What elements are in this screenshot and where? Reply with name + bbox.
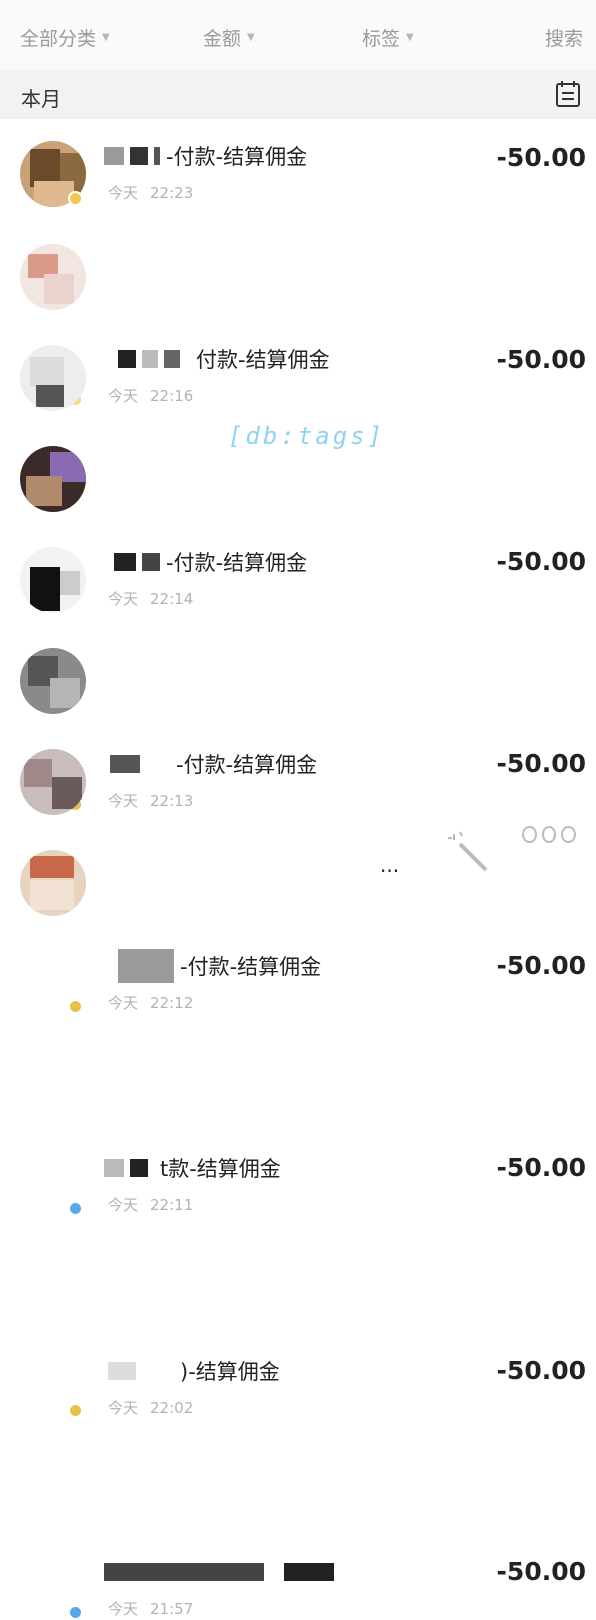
dot [561,826,577,843]
transaction-clock: 22:23 [150,184,194,202]
avatar [20,648,86,714]
transaction-row[interactable]: -付款-结算佣金 今天 22:12 -50.00 [0,523,596,1014]
transaction-amount: -50.00 [496,1153,586,1182]
more-options-icon[interactable] [522,826,577,848]
month-label: 本月 [21,87,61,111]
transaction-day: 今天 [108,1196,139,1214]
transaction-clock: 22:02 [150,1399,194,1417]
redacted-block [130,1159,148,1177]
filter-bar: 全部分类 ▼ 金额 ▼ 标签 ▼ 搜索 [0,0,596,70]
verified-badge-icon [68,1605,83,1620]
transaction-clock: 22:11 [150,1196,194,1214]
transaction-time: 今天 22:12 [108,992,193,1013]
transaction-amount: -50.00 [496,951,586,980]
transaction-day: 今天 [108,184,139,202]
verified-badge-icon [68,1201,83,1216]
calendar-icon[interactable] [555,80,581,108]
transaction-row[interactable]: -付款-结算佣金 今天 22:23 -50.00 [0,119,596,220]
avatar [20,749,86,815]
transaction-day: 今天 [108,994,139,1012]
avatar [20,850,86,916]
category-filter-label: 全部分类 [20,28,97,50]
transaction-amount: -50.00 [496,1557,586,1586]
transaction-row[interactable]: )-结算佣金 今天 22:02 -50.00 [0,725,596,1418]
transaction-row[interactable]: t款-结算佣金 今天 22:11 -50.00 [0,624,596,1216]
transaction-row[interactable]: 付款-结算佣金 今天 22:16 -50.00 [0,220,596,407]
chevron-down-icon: ▼ [406,32,414,43]
category-filter[interactable]: 全部分类 ▼ [20,24,110,51]
avatar [20,244,86,310]
verified-badge-icon [68,999,83,1014]
chevron-down-icon: ▼ [102,32,110,43]
month-section-header: 本月 [0,70,596,119]
redacted-block [104,147,124,165]
avatar [20,547,86,613]
dot [541,826,557,843]
verified-badge-icon [68,191,83,206]
magic-wand-icon[interactable] [446,830,492,876]
amount-filter-label: 金额 [203,28,242,50]
transaction-title-row: -付款-结算佣金 [104,141,307,171]
redacted-block [154,147,160,165]
transaction-day: 今天 [108,1399,139,1417]
search-label: 搜索 [545,28,584,50]
transaction-time: 今天 22:11 [108,1194,193,1215]
transaction-clock: 21:57 [150,1600,194,1618]
transaction-title: -付款-结算佣金 [180,955,322,979]
chevron-down-icon: ▼ [247,32,255,43]
transaction-amount: -50.00 [496,1356,586,1385]
transaction-title-row [104,1557,340,1587]
redacted-block [118,949,174,983]
tags-filter[interactable]: 标签 ▼ [362,24,414,51]
transaction-time: 今天 22:23 [108,182,193,203]
transaction-title-row: t款-结算佣金 [104,1153,281,1183]
dot [522,826,537,843]
transaction-row[interactable]: 今天 21:57 -50.00 [0,826,596,1620]
redacted-block [104,1159,124,1177]
tags-filter-label: 标签 [362,28,401,50]
transaction-title: -付款-结算佣金 [166,145,308,169]
transaction-clock: 22:12 [150,994,194,1012]
transaction-title-row: )-结算佣金 [104,1356,280,1386]
amount-filter[interactable]: 金额 ▼ [203,24,255,51]
redacted-block [284,1563,334,1581]
transaction-title: )-结算佣金 [180,1360,280,1384]
redacted-block [130,147,148,165]
watermark-text: [db:tags] [228,422,386,450]
avatar [20,446,86,512]
avatar [20,345,86,411]
transaction-title-row: -付款-结算佣金 [104,949,322,983]
title-ellipsis: ... [380,853,400,877]
transaction-day: 今天 [108,1600,139,1618]
search-button[interactable]: 搜索 [545,24,583,51]
transaction-amount: -50.00 [496,143,586,172]
transaction-time: 今天 22:02 [108,1397,193,1418]
redacted-block [104,1563,264,1581]
transaction-time: 今天 21:57 [108,1598,193,1619]
redacted-block [108,1362,136,1380]
transaction-title: t款-结算佣金 [160,1157,281,1181]
verified-badge-icon [68,1403,83,1418]
transaction-row[interactable]: -付款-结算佣金 今天 22:14 -50.00 [0,321,596,608]
